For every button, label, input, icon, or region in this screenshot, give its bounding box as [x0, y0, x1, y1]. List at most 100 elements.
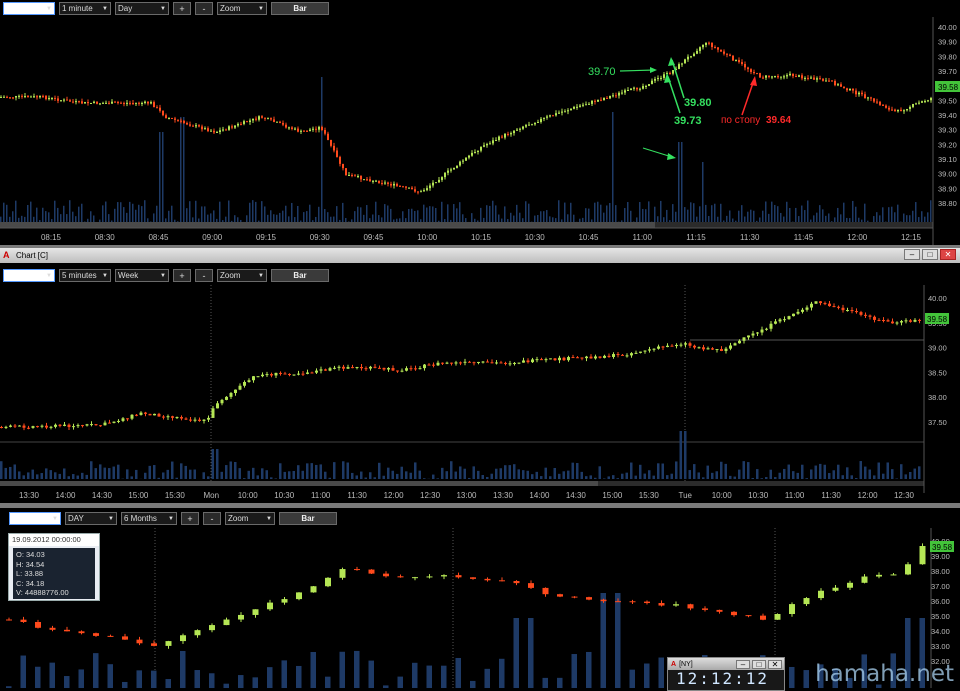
- minimize-button[interactable]: –: [904, 249, 920, 260]
- volume-bar: [165, 218, 167, 222]
- info-high: H: 34.54: [16, 560, 92, 570]
- volume-bar: [270, 210, 272, 222]
- zoom-select[interactable]: Zoom▼: [217, 2, 267, 15]
- zoom-select[interactable]: Zoom▼: [225, 512, 275, 525]
- volume-bar: [864, 467, 867, 479]
- range-select[interactable]: Week▼: [115, 269, 169, 282]
- time-label: 11:00: [785, 491, 805, 500]
- volume-bar: [612, 112, 614, 222]
- candle-body: [151, 643, 157, 646]
- zoom-select[interactable]: Zoom▼: [217, 269, 267, 282]
- volume-bar: [240, 220, 242, 222]
- candle-body: [153, 414, 156, 415]
- weekly-intraday-chart[interactable]: 40.0039.5039.0038.5038.0037.50 13:3014:0…: [0, 285, 960, 503]
- time-label: Tue: [679, 491, 693, 500]
- range-select[interactable]: Day▼: [115, 2, 169, 15]
- symbol-select[interactable]: ▼: [3, 2, 55, 15]
- candle-body: [485, 579, 491, 580]
- candle-body: [288, 374, 291, 375]
- volume-bar: [708, 216, 710, 222]
- candle-body: [329, 368, 332, 370]
- volume-bar: [693, 203, 695, 222]
- candle-body: [775, 614, 781, 620]
- candle-body: [588, 104, 590, 105]
- volume-bar: [81, 473, 84, 479]
- zoom-in-button[interactable]: +: [181, 512, 199, 525]
- candle-body: [843, 87, 845, 89]
- candle-body: [216, 403, 219, 408]
- volume-bar: [894, 212, 896, 222]
- candle-body: [180, 121, 182, 122]
- volume-bar: [702, 162, 704, 222]
- clock-widget[interactable]: A [NY] – □ ✕ 12:12:12: [667, 657, 785, 691]
- panel-divider[interactable]: [0, 503, 960, 508]
- volume-bar: [194, 470, 197, 479]
- candle-body: [807, 78, 809, 79]
- volume-bar: [905, 474, 908, 479]
- chevron-down-icon: ▼: [160, 6, 166, 12]
- candle-body: [81, 425, 84, 426]
- close-button[interactable]: ✕: [940, 249, 956, 260]
- maximize-button[interactable]: □: [752, 660, 766, 669]
- candle-body: [171, 118, 173, 119]
- candle-body: [855, 91, 857, 95]
- candle-body: [384, 183, 386, 184]
- candle-body: [615, 601, 621, 602]
- candle-body: [765, 76, 767, 78]
- candle-body: [557, 594, 563, 596]
- volume-bar: [747, 212, 749, 222]
- candle-body: [297, 374, 300, 375]
- price-label: 33.00: [931, 642, 950, 651]
- volume-bar: [716, 471, 719, 479]
- price-label: 39.10: [938, 155, 957, 164]
- candle-body: [369, 367, 372, 369]
- zoom-in-button[interactable]: +: [173, 2, 191, 15]
- time-label: 13:00: [456, 491, 477, 500]
- close-button[interactable]: ✕: [768, 660, 782, 669]
- interval-select[interactable]: DAY▼: [65, 512, 117, 525]
- range-select[interactable]: 6 Months▼: [121, 512, 177, 525]
- volume-bar: [699, 206, 701, 222]
- candle-body: [144, 413, 147, 414]
- zoom-out-button[interactable]: -: [195, 269, 213, 282]
- candle-body: [30, 97, 32, 98]
- zoom-in-button[interactable]: +: [173, 269, 191, 282]
- candle-body: [888, 108, 890, 110]
- zoom-out-button[interactable]: -: [203, 512, 221, 525]
- volume-bar: [102, 205, 104, 222]
- scrollbar[interactable]: [0, 481, 598, 486]
- candle-body: [392, 368, 395, 370]
- candle-body: [77, 425, 80, 426]
- minimize-button[interactable]: –: [736, 660, 750, 669]
- scrollbar[interactable]: [0, 222, 655, 228]
- chart-window-titlebar[interactable]: A Chart [C] – □ ✕: [0, 248, 960, 263]
- candle-body: [27, 96, 29, 97]
- symbol-select[interactable]: ▼: [9, 512, 61, 525]
- zoom-out-button[interactable]: -: [195, 2, 213, 15]
- symbol-select[interactable]: ▼: [3, 269, 55, 282]
- chart-style-button[interactable]: Bar: [271, 2, 329, 15]
- chart-style-button[interactable]: Bar: [271, 269, 329, 282]
- maximize-button[interactable]: □: [922, 249, 938, 260]
- intraday-chart[interactable]: 40.0039.9039.8039.7039.6039.5039.4039.30…: [0, 17, 960, 262]
- volume-bar: [720, 204, 722, 222]
- candle-body: [420, 191, 422, 192]
- volume-bar: [570, 203, 572, 222]
- candle-body: [837, 307, 840, 308]
- volume-bar: [771, 202, 773, 222]
- volume-bar: [567, 471, 570, 479]
- volume-bar: [675, 212, 677, 222]
- interval-select[interactable]: 1 minute▼: [59, 2, 111, 15]
- volume-bar: [507, 219, 509, 222]
- interval-select[interactable]: 5 minutes▼: [59, 269, 111, 282]
- volume-bar: [72, 212, 74, 222]
- candle-body: [72, 102, 74, 103]
- volume-bar: [113, 467, 116, 479]
- volume-bar: [543, 678, 549, 688]
- volume-bar: [159, 132, 161, 222]
- candle-body: [570, 109, 572, 110]
- candle-body: [399, 186, 401, 187]
- chart-style-button[interactable]: Bar: [279, 512, 337, 525]
- candle-body: [238, 615, 244, 620]
- candle-body: [45, 96, 47, 99]
